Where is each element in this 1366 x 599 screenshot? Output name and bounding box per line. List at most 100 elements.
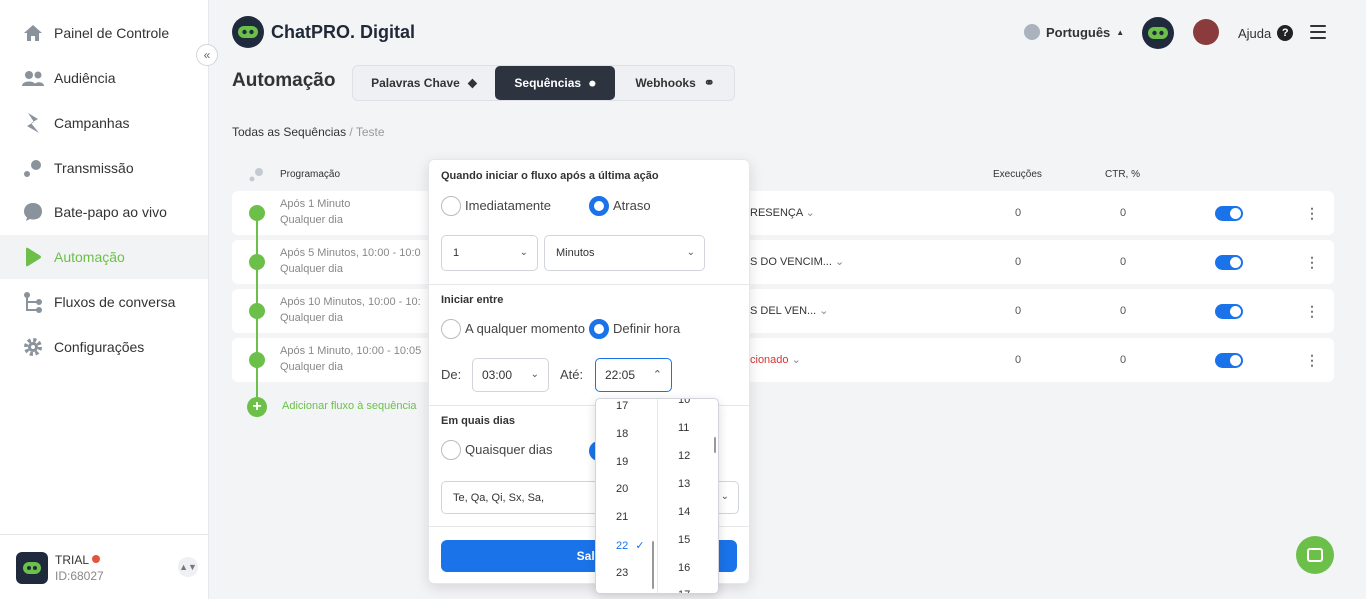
language-selector[interactable]: Português ▲	[1024, 24, 1124, 40]
radio-immediate[interactable]	[441, 196, 461, 216]
flow-icon	[22, 291, 44, 313]
radio-set-time-label[interactable]: Definir hora	[613, 321, 680, 336]
table-row[interactable]: Após 1 Minuto Qualquer dia RESENÇA ⌄ 0 0…	[232, 191, 1334, 235]
minute-option[interactable]: 13	[678, 478, 690, 490]
chevron-up-icon: ⌃	[652, 369, 662, 381]
to-time-select[interactable]: 22:05 ⌃	[595, 358, 672, 392]
divider	[429, 284, 749, 285]
hour-option[interactable]: 20	[616, 483, 628, 495]
radio-any-days[interactable]	[441, 440, 461, 460]
sidebar-item-audience[interactable]: Audiência	[0, 56, 208, 100]
radio-delay[interactable]	[589, 196, 609, 216]
breadcrumb-root[interactable]: Todas as Sequências	[232, 125, 346, 139]
delay-value-select[interactable]: 1 ⌄	[441, 235, 538, 271]
bot-avatar[interactable]	[1142, 17, 1174, 49]
hamburger-menu-icon[interactable]	[1310, 25, 1326, 39]
user-avatar[interactable]	[1193, 19, 1219, 45]
radio-any-time-label[interactable]: A qualquer momento	[465, 321, 585, 336]
radio-any-time[interactable]	[441, 319, 461, 339]
radio-immediate-label[interactable]: Imediatamente	[465, 198, 551, 213]
hour-option[interactable]: 21	[616, 511, 628, 523]
hour-option-selected[interactable]: 22 ✓	[616, 539, 645, 552]
flow-selector[interactable]: S DEL VEN... ⌄	[750, 304, 829, 317]
enable-toggle[interactable]	[1215, 255, 1243, 270]
more-options-icon[interactable]: ⋮	[1305, 303, 1319, 320]
flow-selector[interactable]: S DO VENCIM... ⌄	[750, 255, 844, 268]
hour-option[interactable]: 17	[616, 400, 628, 412]
radio-set-time[interactable]	[589, 319, 609, 339]
hour-scrollbar[interactable]	[652, 541, 654, 589]
minute-option[interactable]: 16	[678, 562, 690, 574]
chevron-down-icon: ⌄	[519, 247, 528, 258]
minute-option[interactable]: 12	[678, 450, 690, 462]
minute-option[interactable]: 10	[678, 399, 690, 406]
page-title: Automação	[232, 70, 336, 91]
sidebar-item-label: Bate-papo ao vivo	[54, 204, 167, 220]
breadcrumb: Todas as Sequências / Teste	[232, 125, 385, 139]
from-time-select[interactable]: 03:00 ⌄	[472, 358, 549, 392]
support-chat-button[interactable]	[1296, 536, 1334, 574]
collapse-sidebar-button[interactable]: «	[196, 44, 218, 66]
minute-scrollbar[interactable]	[714, 437, 716, 453]
account-footer[interactable]: TRIAL ID:68027 ▲▼	[0, 534, 208, 599]
flow-selector[interactable]: RESENÇA ⌄	[750, 206, 815, 219]
hour-option[interactable]: 19	[616, 456, 628, 468]
ctr-value: 0	[1120, 354, 1127, 366]
minute-option[interactable]: 11	[678, 422, 689, 434]
enable-toggle[interactable]	[1215, 304, 1243, 319]
help-link[interactable]: Ajuda ?	[1238, 25, 1294, 41]
flow-selector[interactable]: cionado ⌄	[750, 353, 801, 366]
more-options-icon[interactable]: ⋮	[1305, 352, 1319, 369]
sidebar-item-label: Fluxos de conversa	[54, 294, 176, 310]
brand[interactable]: ChatPRO. Digital	[232, 16, 415, 48]
tab-sequences[interactable]: Sequências ⦁	[495, 66, 615, 100]
account-switch-icon[interactable]: ▲▼	[178, 557, 198, 577]
hour-option[interactable]: 23	[616, 567, 628, 579]
days-title: Em quais dias	[441, 415, 515, 427]
breadcrumb-current: / Teste	[349, 125, 385, 139]
account-id: ID:68027	[55, 569, 104, 583]
enable-toggle[interactable]	[1215, 206, 1243, 221]
column-schedule: Programação	[280, 169, 341, 180]
table-row[interactable]: Após 1 Minuto, 10:00 - 10:05 Qualquer di…	[232, 338, 1334, 382]
enable-toggle[interactable]	[1215, 353, 1243, 368]
minute-option[interactable]: 17	[678, 589, 690, 593]
more-options-icon[interactable]: ⋮	[1305, 254, 1319, 271]
add-flow-link[interactable]: Adicionar fluxo à sequência	[282, 400, 417, 412]
executions-value: 0	[1015, 256, 1022, 268]
automation-tabs: Palavras Chave ⬥ Sequências ⦁ Webhooks ⚭	[352, 65, 735, 101]
sidebar-item-broadcast[interactable]: Transmissão	[0, 146, 208, 190]
radio-any-days-label[interactable]: Quaisquer dias	[465, 442, 552, 457]
sidebar-item-label: Transmissão	[54, 160, 134, 176]
when-title: Quando iniciar o fluxo após a última açã…	[441, 170, 659, 182]
table-row[interactable]: Após 5 Minutos, 10:00 - 10:0 Qualquer di…	[232, 240, 1334, 284]
sidebar-item-automation[interactable]: Automação	[0, 235, 208, 279]
minute-option[interactable]: 14	[678, 506, 690, 518]
sidebar-item-live-chat[interactable]: Bate-papo ao vivo	[0, 190, 208, 234]
column-executions: Execuções	[993, 169, 1042, 180]
account-logo	[16, 552, 48, 584]
hour-column[interactable]: 17 18 19 20 21 22 ✓ 23	[596, 399, 657, 593]
tab-webhooks[interactable]: Webhooks ⚭	[615, 66, 735, 100]
gear-icon	[22, 336, 44, 358]
hour-option[interactable]: 18	[616, 428, 628, 440]
minute-column[interactable]: 10 11 12 13 14 15 16 17	[657, 399, 718, 593]
sidebar-item-flows[interactable]: Fluxos de conversa	[0, 280, 208, 324]
table-row[interactable]: Após 10 Minutos, 10:00 - 10: Qualquer di…	[232, 289, 1334, 333]
from-label: De:	[441, 367, 462, 382]
delay-unit-select[interactable]: Minutos ⌄	[544, 235, 705, 271]
sidebar-item-campaigns[interactable]: Campanhas	[0, 101, 208, 145]
language-label: Português	[1046, 24, 1111, 40]
sidebar-item-settings[interactable]: Configurações	[0, 325, 208, 369]
minute-option[interactable]: 15	[678, 534, 690, 546]
more-options-icon[interactable]: ⋮	[1305, 205, 1319, 222]
brand-logo-icon	[232, 16, 264, 48]
add-step-icon[interactable]: +	[247, 397, 267, 417]
question-icon: ?	[1277, 25, 1294, 41]
sidebar-item-dashboard[interactable]: Painel de Controle	[0, 11, 208, 55]
tab-keywords[interactable]: Palavras Chave ⬥	[353, 66, 495, 100]
to-label: Até:	[560, 367, 584, 382]
radio-delay-label[interactable]: Atraso	[613, 198, 651, 213]
chat-icon	[1307, 548, 1323, 562]
step-node	[249, 352, 265, 368]
